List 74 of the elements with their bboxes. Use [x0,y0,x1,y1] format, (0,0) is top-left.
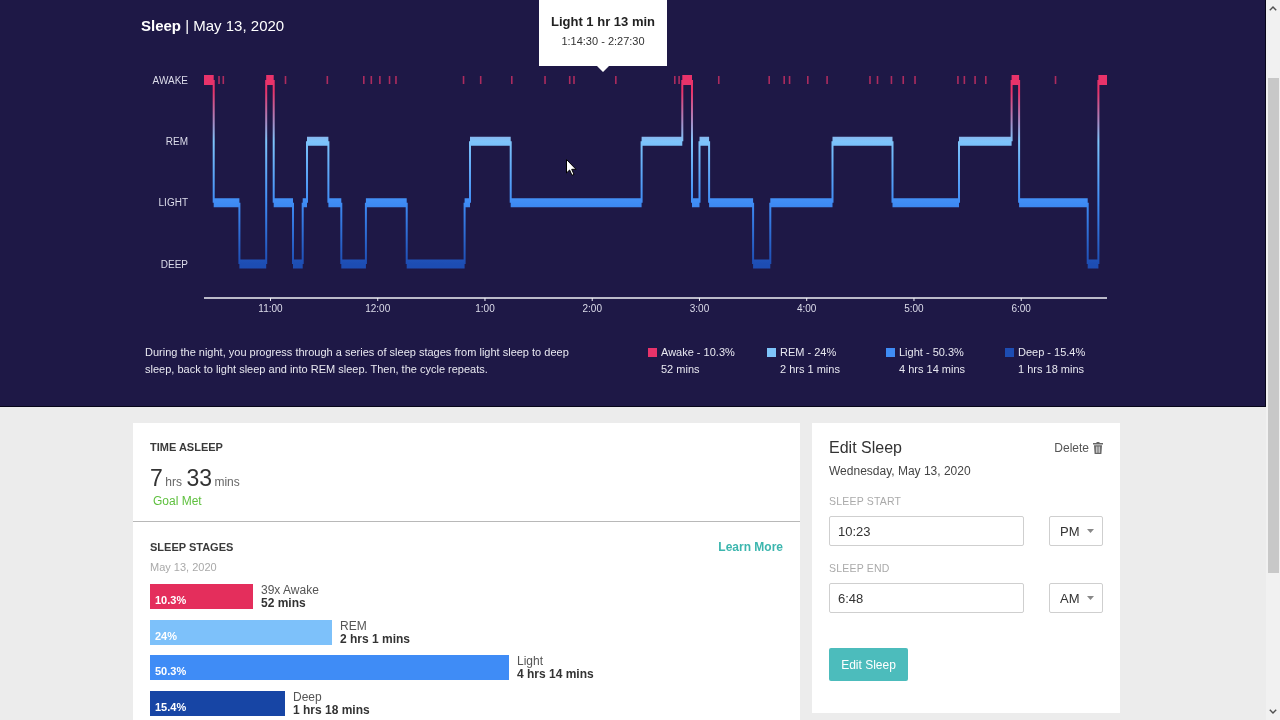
card-title: Edit Sleep [829,438,902,458]
time-asleep-value: 7 hrs 33 mins [150,466,240,493]
awake-mark [462,76,465,84]
field-label: SLEEP END [829,561,890,575]
tooltip-time: 1:14:30 - 2:27:30 [561,34,645,48]
stage-bar: 24% [150,619,332,645]
caret-down-icon [1087,529,1094,533]
x-axis-label: 4:00 [797,302,817,314]
scrollbar-thumb[interactable] [1267,78,1279,573]
scrollbar[interactable] [1266,0,1280,720]
x-axis-label: 3:00 [689,302,710,314]
stage-bar: 10.3% [150,584,253,609]
legend-duration: 2 hrs 1 mins [780,362,840,377]
x-axis-label: 2:00 [582,302,602,314]
awake-mark [284,76,287,84]
x-axis-label: 11:00 [258,302,283,314]
awake-mark [717,76,720,84]
section-label: SLEEP STAGES [150,540,234,554]
x-axis-label: 5:00 [904,302,924,314]
stages-date: May 13, 2020 [150,560,217,574]
awake-mark [768,76,770,84]
stage-duration: 1 hrs 18 mins [293,703,370,717]
legend-duration: 52 mins [661,362,700,377]
legend-label: Deep - 15.4% [1018,345,1086,360]
y-axis-label: AWAKE [152,74,188,86]
section-label: TIME ASLEEP [150,440,223,454]
caret-down-icon [1087,596,1094,600]
awake-mark [544,76,546,84]
chevron-down-icon[interactable] [1269,709,1277,714]
period-select[interactable]: AM [1049,583,1103,613]
awake-mark [890,76,893,84]
x-axis-label: 1:00 [475,302,495,314]
stage-duration: 2 hrs 1 mins [340,632,411,646]
awake-mark [615,76,617,84]
stage-bar: 15.4% [150,690,285,716]
cursor-icon [566,159,577,176]
awake-mark [914,76,916,84]
sleep-date: Wednesday, May 13, 2020 [829,464,971,478]
x-axis-label: 12:00 [365,302,391,314]
goal-status: Goal Met [152,494,202,508]
x-axis-label: 6:00 [1011,302,1031,314]
description-text: During the night, you progress through a series of sleep stages from light sleep to deep sleep, back to light sleep and into REM sleep. Then, the cycle repeats. [145,345,570,377]
legend-label: Awake - 10.3% [661,345,735,360]
stage-label: Deep [293,690,322,704]
stage-duration: 52 mins [261,597,306,610]
time-input[interactable]: 10:23 [829,516,1024,546]
field-label: SLEEP START [829,494,902,508]
y-axis-label: LIGHT [158,197,188,209]
legend-label: Light - 50.3% [899,345,964,360]
awake-mark [511,76,513,84]
stage-bar: 50.3% [150,655,509,680]
trash-icon [1093,442,1103,454]
tooltip-title: Light 1 hr 13 min [551,14,655,30]
legend-duration: 4 hrs 14 mins [899,362,966,377]
time-input[interactable]: 6:48 [829,583,1024,613]
stage-label: REM [340,619,367,633]
awake-mark [1054,76,1057,84]
page-title: Sleep | May 13, 2020 [141,17,285,35]
y-axis-label: REM [165,135,188,147]
awake-mark [826,76,828,84]
awake-mark [807,76,809,84]
stage-duration: 4 hrs 14 mins [517,668,594,681]
period-select[interactable]: PM [1049,516,1103,546]
y-axis-label: DEEP [160,258,188,270]
awake-mark [479,76,482,84]
awake-mark [902,76,905,84]
awake-mark [985,76,987,84]
chevron-up-icon[interactable] [1269,6,1277,11]
stage-label: 39x Awake [261,584,319,597]
delete-button[interactable]: Delete [1054,441,1103,455]
legend-duration: 1 hrs 18 mins [1018,362,1085,377]
awake-mark [326,76,329,84]
legend-label: REM - 24% [780,345,837,360]
stage-label: Light [517,655,544,668]
